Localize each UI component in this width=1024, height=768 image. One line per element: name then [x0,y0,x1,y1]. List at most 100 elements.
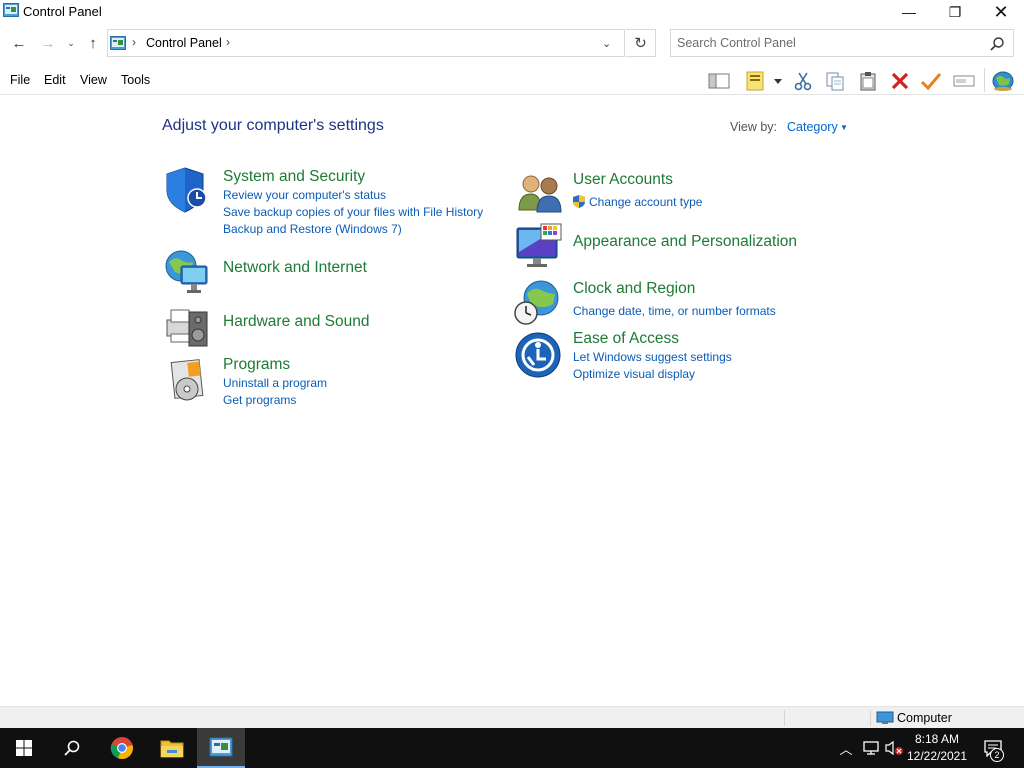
start-button[interactable] [0,728,48,768]
rename-icon [953,75,975,87]
status-location: Computer [897,711,952,725]
page-title: Adjust your computer's settings [162,117,384,134]
notification-count-badge: 2 [990,748,1004,762]
back-button[interactable]: ← [8,32,30,54]
menu-edit[interactable]: Edit [44,73,66,87]
address-dropdown-icon[interactable]: ⌄ [602,37,611,50]
shield-icon[interactable] [163,166,211,214]
programs-disc-icon[interactable] [163,357,211,405]
view-by-caret-icon[interactable]: ▼ [840,123,848,132]
back-arrow-icon: ← [11,34,27,52]
link-let-windows-suggest-settings[interactable]: Let Windows suggest settings [573,350,732,364]
up-button[interactable]: ↑ [83,32,103,54]
maximize-button[interactable]: ❐ [932,0,978,24]
check-icon [920,73,942,91]
control-panel-icon [110,36,126,50]
layout-icon [708,73,730,89]
recent-locations-button[interactable]: ⌄ [64,32,78,54]
menu-file[interactable]: File [10,73,30,87]
copy-icon [826,72,844,91]
menu-tools[interactable]: Tools [121,73,150,87]
control-panel-icon [209,737,233,757]
refresh-icon: ↻ [634,35,647,52]
minimize-button[interactable]: — [886,0,932,24]
category-system-and-security[interactable]: System and Security [223,168,365,186]
users-icon[interactable] [515,170,563,218]
menu-bar: File Edit View Tools [0,64,1024,95]
check-button[interactable] [918,70,944,92]
cut-button[interactable] [790,70,816,92]
taskbar-file-explorer[interactable] [148,728,196,768]
search-icon [64,740,80,756]
taskbar-clock-time[interactable]: 8:18 AM [906,732,968,746]
delete-icon [891,72,909,90]
start-icon [16,740,32,756]
title-bar: Control Panel — ❐ ✕ [0,0,1024,24]
clock-globe-icon[interactable] [513,278,561,326]
category-ease-of-access[interactable]: Ease of Access [573,330,679,348]
volume-tray-icon[interactable] [884,739,904,757]
forward-button[interactable]: → [37,32,59,54]
network-globe-icon[interactable] [163,248,211,296]
link-uninstall-a-program[interactable]: Uninstall a program [223,376,327,390]
search-input[interactable] [677,34,977,52]
file-explorer-icon [160,740,184,758]
search-icon[interactable] [989,36,1005,52]
status-divider [784,710,785,726]
printer-speaker-icon[interactable] [163,302,211,350]
restore-icon: ❐ [948,3,962,20]
show-hidden-icons-chevron-icon[interactable]: ︿ [838,739,854,757]
category-network-and-internet[interactable]: Network and Internet [223,259,367,277]
monitor-palette-icon[interactable] [515,222,563,270]
breadcrumb-separator-icon[interactable]: › [226,35,230,49]
link-get-programs[interactable]: Get programs [223,393,296,407]
category-programs[interactable]: Programs [223,356,290,374]
link-optimize-visual-display[interactable]: Optimize visual display [573,367,695,381]
category-clock-and-region[interactable]: Clock and Region [573,280,695,298]
taskbar-control-panel[interactable] [197,728,245,768]
toolbar-separator [984,68,985,92]
link-review-computer-status[interactable]: Review your computer's status [223,188,386,202]
taskbar-search-button[interactable] [48,728,96,768]
search-box[interactable] [670,29,1014,57]
link-change-date-time-formats[interactable]: Change date, time, or number formats [573,304,776,318]
link-backup-and-restore[interactable]: Backup and Restore (Windows 7) [223,222,402,236]
copy-button[interactable] [822,70,848,92]
cut-icon [794,72,812,91]
forward-arrow-icon: → [40,34,56,52]
delete-button[interactable] [887,70,913,92]
breadcrumb-control-panel[interactable]: Control Panel [146,36,222,50]
navigation-bar: ← → ⌄ ↑ › Control Panel › ⌄ ↻ [0,26,1024,60]
category-appearance-and-personalization[interactable]: Appearance and Personalization [573,233,797,251]
close-icon: ✕ [993,1,1009,22]
breadcrumb-separator-icon[interactable]: › [132,35,136,49]
globe-button[interactable] [990,70,1016,92]
view-by-label: View by: [730,120,778,134]
paste-button[interactable] [855,70,881,92]
computer-icon [876,711,894,724]
view-by-dropdown[interactable]: Category [787,120,838,134]
chrome-icon [110,737,133,760]
globe-icon [992,71,1014,91]
address-bar[interactable]: › Control Panel › ⌄ [107,29,625,57]
window-title: Control Panel [23,4,102,19]
category-hardware-and-sound[interactable]: Hardware and Sound [223,313,370,331]
layout-button[interactable] [706,70,732,92]
close-button[interactable]: ✕ [978,0,1024,24]
network-tray-icon[interactable] [862,739,880,757]
control-panel-icon [3,3,19,17]
properties-icon [746,71,782,91]
refresh-button[interactable]: ↻ [626,29,656,57]
taskbar-clock-date[interactable]: 12/22/2021 [906,749,968,763]
rename-button[interactable] [951,70,977,92]
link-file-history[interactable]: Save backup copies of your files with Fi… [223,205,483,219]
paste-icon [860,72,876,91]
properties-button[interactable] [742,70,786,92]
category-user-accounts[interactable]: User Accounts [573,171,673,189]
uac-shield-icon [573,195,585,208]
taskbar-chrome[interactable] [98,728,146,768]
ease-of-access-icon[interactable] [514,331,562,379]
menu-view[interactable]: View [80,73,107,87]
minimize-icon: — [902,4,916,20]
link-change-account-type[interactable]: Change account type [589,195,702,209]
